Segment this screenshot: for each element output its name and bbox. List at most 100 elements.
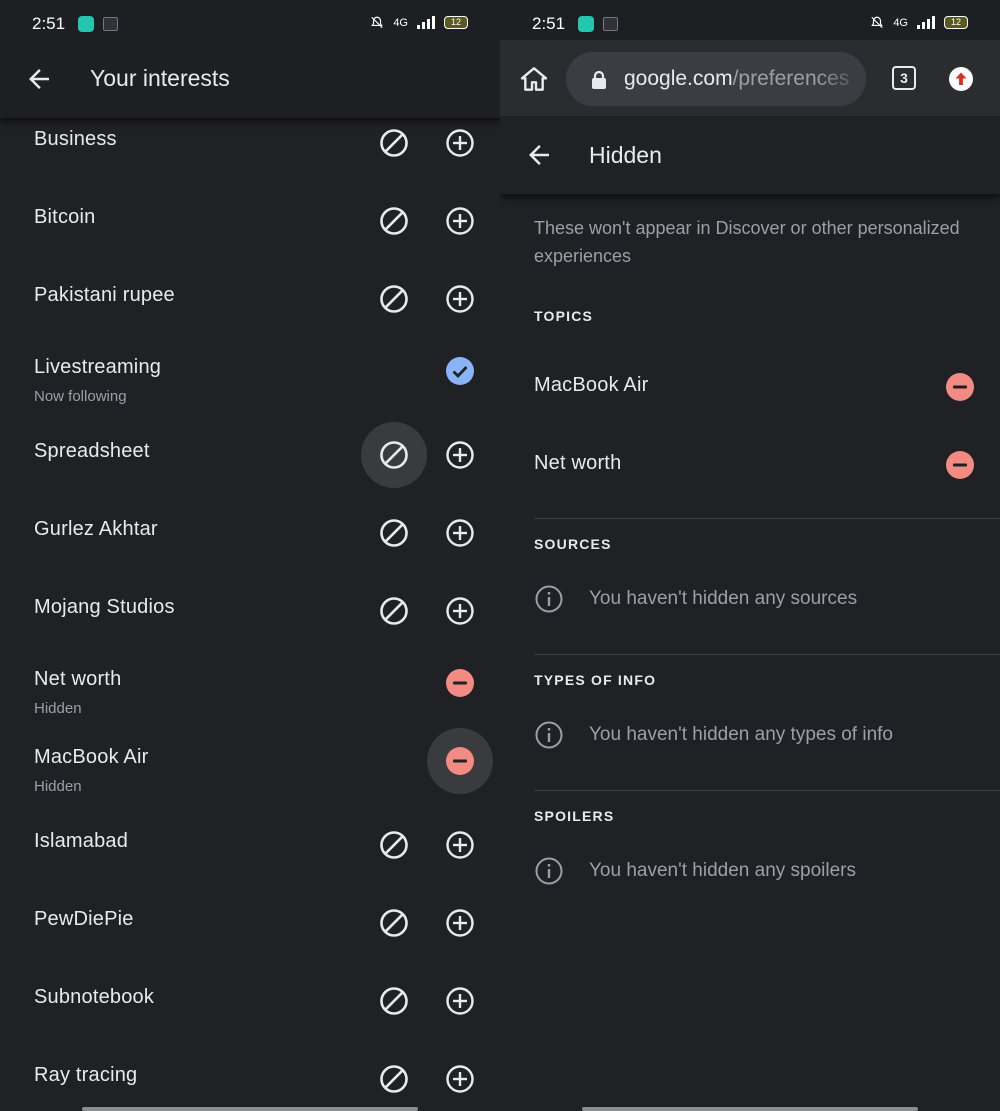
block-icon[interactable] xyxy=(377,126,411,160)
interest-label: Subnotebook xyxy=(34,986,155,1008)
interest-row: Islamabad xyxy=(0,806,500,884)
interest-row: Subnotebook xyxy=(0,962,500,1040)
interest-label: Net worth xyxy=(34,668,122,690)
interest-status: Now following xyxy=(34,388,127,405)
add-circle-icon[interactable] xyxy=(443,204,477,238)
block-icon[interactable] xyxy=(377,594,411,628)
interest-label: Bitcoin xyxy=(34,206,96,228)
interest-row: Mojang Studios xyxy=(0,572,500,650)
interest-label: Mojang Studios xyxy=(34,596,175,618)
status-bar: 2:51 4G 12 xyxy=(500,0,1000,40)
divider xyxy=(534,790,1000,791)
interest-row: Net worth Hidden xyxy=(0,650,500,728)
hidden-description: These won't appear in Discover or other … xyxy=(534,218,960,266)
add-circle-icon[interactable] xyxy=(443,984,477,1018)
block-icon[interactable] xyxy=(377,828,411,862)
update-icon[interactable] xyxy=(948,66,974,92)
hidden-topic-item: Net worth xyxy=(500,428,1000,506)
types-heading: TYPES OF INFO xyxy=(534,672,657,688)
spoilers-heading: SPOILERS xyxy=(534,808,615,824)
remove-circle-icon[interactable] xyxy=(943,370,977,404)
block-icon[interactable] xyxy=(377,906,411,940)
status-time: 2:51 xyxy=(532,14,566,33)
interest-label: PewDiePie xyxy=(34,908,134,930)
media-notification-icon xyxy=(603,17,618,31)
topic-label: Net worth xyxy=(534,452,622,474)
network-type: 4G xyxy=(393,16,408,29)
status-bar: 2:51 4G 12 xyxy=(0,0,500,40)
media-notification-icon xyxy=(103,17,118,31)
block-icon[interactable] xyxy=(377,282,411,316)
divider xyxy=(534,518,1000,519)
mute-icon xyxy=(871,16,884,29)
hidden-header: Hidden xyxy=(500,116,1000,194)
interest-label: Ray tracing xyxy=(34,1064,138,1086)
app-notification-icon xyxy=(78,16,94,32)
top-app-bar: Your interests xyxy=(0,40,500,118)
browser-toolbar: google.com/preferences 3 xyxy=(500,40,1000,116)
block-icon[interactable] xyxy=(377,204,411,238)
spoilers-empty-text: You haven't hidden any spoilers xyxy=(589,860,857,881)
interest-status: Hidden xyxy=(34,700,82,717)
add-circle-icon[interactable] xyxy=(443,438,477,472)
info-icon xyxy=(534,856,564,886)
sources-heading: SOURCES xyxy=(534,536,612,552)
interest-row: Spreadsheet xyxy=(0,416,500,494)
interest-label: Spreadsheet xyxy=(34,440,150,462)
interest-row: Bitcoin xyxy=(0,182,500,260)
types-empty-text: You haven't hidden any types of info xyxy=(589,724,893,745)
info-icon xyxy=(534,720,564,750)
block-icon[interactable] xyxy=(377,1062,411,1096)
interest-label: Business xyxy=(34,128,117,150)
sources-empty-text: You haven't hidden any sources xyxy=(589,588,858,609)
add-circle-icon[interactable] xyxy=(443,282,477,316)
info-icon xyxy=(534,584,564,614)
interest-label: MacBook Air xyxy=(34,746,149,768)
block-icon[interactable] xyxy=(377,984,411,1018)
hidden-topic-item: MacBook Air xyxy=(500,350,1000,428)
network-type: 4G xyxy=(893,16,908,29)
add-circle-icon[interactable] xyxy=(443,906,477,940)
interest-row: PewDiePie xyxy=(0,884,500,962)
interest-status: Hidden xyxy=(34,778,82,795)
tab-switcher-button[interactable]: 3 xyxy=(892,66,916,90)
interest-row: Livestreaming Now following xyxy=(0,338,500,416)
home-icon[interactable] xyxy=(518,63,550,95)
battery-icon: 12 xyxy=(944,16,968,29)
interest-label: Pakistani rupee xyxy=(34,284,175,306)
mute-icon xyxy=(371,16,384,29)
page-title: Hidden xyxy=(589,142,662,168)
lock-icon xyxy=(590,70,608,90)
check-circle-icon[interactable] xyxy=(443,354,477,388)
address-bar[interactable]: google.com/preferences xyxy=(566,52,866,106)
interests-list: Business Bitcoin Pakistani rupee Livestream… xyxy=(0,104,500,1111)
interest-row: Pakistani rupee xyxy=(0,260,500,338)
status-icons: 4G 12 xyxy=(370,15,468,30)
add-circle-icon[interactable] xyxy=(443,1062,477,1096)
add-circle-icon[interactable] xyxy=(443,516,477,550)
page-title: Your interests xyxy=(90,65,230,91)
remove-circle-icon[interactable] xyxy=(943,448,977,482)
gesture-bar[interactable] xyxy=(582,1107,918,1111)
signal-icon xyxy=(417,16,435,29)
gesture-bar[interactable] xyxy=(82,1107,418,1111)
signal-icon xyxy=(917,16,935,29)
hidden-screen: 2:51 4G 12 google.com/preferences 3 Hidd… xyxy=(500,0,1000,1111)
topics-heading: TOPICS xyxy=(534,308,594,324)
block-icon[interactable] xyxy=(377,438,411,472)
remove-circle-icon[interactable] xyxy=(443,744,477,778)
add-circle-icon[interactable] xyxy=(443,594,477,628)
interest-row: Ray tracing xyxy=(0,1040,500,1111)
back-arrow-icon[interactable] xyxy=(24,64,54,94)
interest-row: Gurlez Akhtar xyxy=(0,494,500,572)
add-circle-icon[interactable] xyxy=(443,828,477,862)
remove-circle-icon[interactable] xyxy=(443,666,477,700)
battery-icon: 12 xyxy=(444,16,468,29)
interest-label: Livestreaming xyxy=(34,356,162,378)
url-host: google.com xyxy=(624,67,733,90)
interest-row: MacBook Air Hidden xyxy=(0,728,500,806)
divider xyxy=(534,654,1000,655)
back-arrow-icon[interactable] xyxy=(524,140,554,170)
block-icon[interactable] xyxy=(377,516,411,550)
add-circle-icon[interactable] xyxy=(443,126,477,160)
